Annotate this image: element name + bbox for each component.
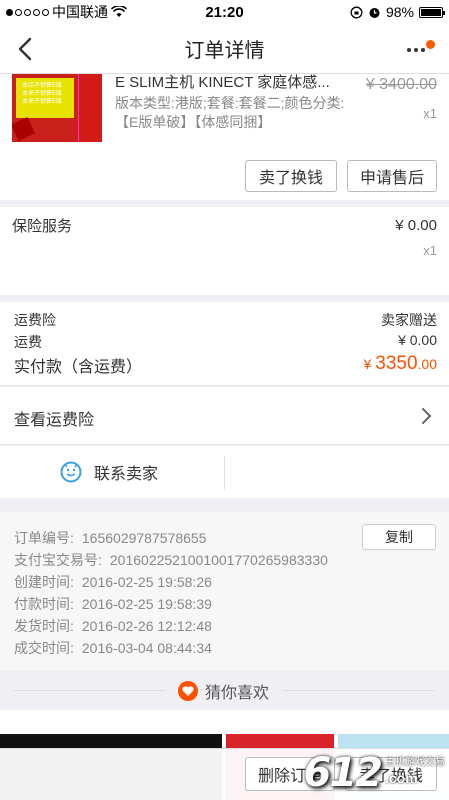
product-image[interactable]: 本店不销售E版 本来不销售E版 本来不销售E版	[12, 74, 102, 142]
contact-seller-label: 联系卖家	[94, 466, 159, 483]
status-bar: 中国联通 21:20 98%	[0, 0, 449, 24]
orientation-lock-icon	[350, 6, 363, 18]
view-freight-insurance-label: 查看运费险	[14, 412, 95, 429]
alipay-trade-row: 支付宝交易号: 2016022521001001770265983330	[14, 552, 328, 568]
product-quantity: x1	[423, 106, 437, 121]
order-number-row: 订单编号: 1656029787578655	[14, 530, 207, 546]
insurance-label: 保险服务	[12, 218, 73, 235]
shipping-row: 运费 ¥ 0.00	[14, 332, 437, 350]
divider	[14, 690, 166, 691]
shipped-time-row: 发货时间: 2016-02-26 12:12:48	[14, 618, 212, 634]
product-original-price: ¥ 3400.00	[365, 76, 437, 93]
insurance-service: 保险服务 ¥ 0.00 x1	[0, 207, 449, 295]
paid-amount: ¥ 3350.00	[363, 353, 437, 374]
product-title[interactable]: E SLIM主机 KINECT 家庭体感...	[115, 74, 345, 92]
paid-label: 实付款（含运费）	[14, 359, 143, 376]
wangwang-icon	[60, 461, 82, 483]
product-image-text: 本店不销售E版 本来不销售E版 本来不销售E版	[22, 83, 63, 105]
status-icons: 98%	[350, 4, 445, 20]
delete-order-button[interactable]: 删除订单	[245, 757, 335, 791]
sell-exchange-button[interactable]: 卖了换钱	[245, 160, 337, 192]
notification-badge	[426, 40, 435, 49]
freight-insurance-row: 运费险 卖家赠送	[14, 312, 437, 328]
more-icon	[407, 48, 425, 52]
product-card[interactable]: 本店不销售E版 本来不销售E版 本来不销售E版 E SLIM主机 KINECT …	[0, 74, 449, 200]
view-freight-insurance[interactable]: 查看运费险	[0, 387, 449, 445]
sell-exchange-button[interactable]: 卖了换钱	[345, 757, 437, 791]
page-title: 订单详情	[184, 40, 265, 62]
insurance-quantity: x1	[423, 243, 437, 258]
insurance-price: ¥ 0.00	[395, 217, 437, 234]
battery-percent: 98%	[385, 4, 414, 20]
contact-bar: 联系卖家	[0, 446, 449, 498]
chevron-right-icon	[422, 408, 432, 424]
heart-icon	[178, 681, 198, 701]
after-sale-button[interactable]: 申请售后	[347, 160, 437, 192]
paid-time-row: 付款时间: 2016-02-25 19:58:39	[14, 596, 212, 612]
bottom-action-bar: 删除订单 卖了换钱	[0, 748, 449, 800]
divider	[224, 456, 225, 490]
paid-amount-row: 实付款（含运费） ¥ 3350.00	[14, 353, 437, 377]
battery-icon	[419, 6, 445, 18]
payment-summary: 运费险 卖家赠送 运费 ¥ 0.00 实付款（含运费） ¥ 3350.00	[0, 302, 449, 386]
nav-bar: 订单详情	[0, 24, 449, 74]
divider	[282, 690, 434, 691]
order-info: 订单编号: 1656029787578655 支付宝交易号: 20160225210…	[0, 512, 449, 670]
product-spec: 版本类型:港版;套餐:套餐二;颜色分类:【E版单破】【体感同捆】	[115, 95, 345, 130]
alarm-icon	[369, 7, 380, 18]
guess-you-like-label: 猜你喜欢	[205, 685, 270, 702]
contact-seller-button[interactable]: 联系卖家	[60, 460, 158, 484]
copy-order-number-button[interactable]: 复制	[362, 524, 436, 550]
more-button[interactable]	[407, 38, 435, 58]
guess-you-like-header: 猜你喜欢	[0, 670, 449, 710]
back-icon[interactable]	[14, 36, 38, 62]
created-time-row: 创建时间: 2016-02-25 19:58:26	[14, 574, 212, 590]
completed-time-row: 成交时间: 2016-03-04 08:44:34	[14, 640, 212, 656]
